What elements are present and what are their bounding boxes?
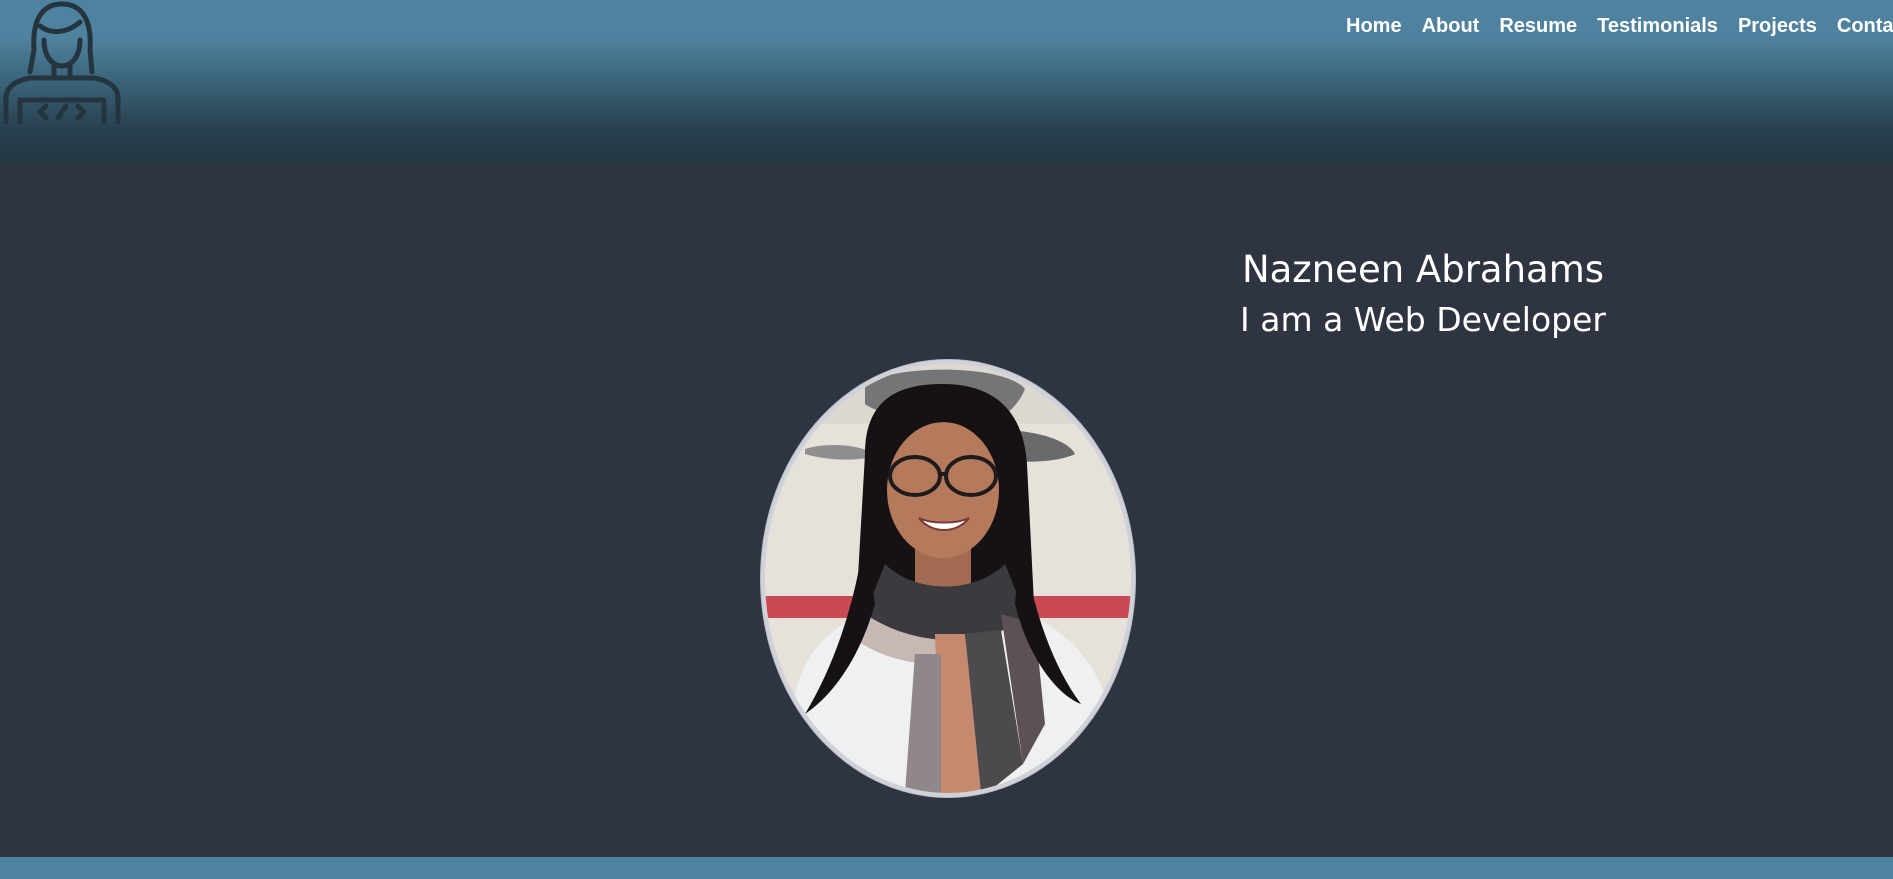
site-header: Home About Resume Testimonials Projects … (0, 0, 1893, 163)
hero-role: I am a Web Developer (1240, 300, 1606, 339)
portrait-frame (761, 360, 1135, 797)
nav-resume[interactable]: Resume (1499, 14, 1577, 38)
nav-projects[interactable]: Projects (1738, 14, 1817, 38)
profile-photo (765, 364, 1131, 793)
nav-contact[interactable]: Contact (1837, 14, 1893, 38)
footer-bar (0, 857, 1893, 879)
nav-about[interactable]: About (1422, 14, 1480, 38)
main-nav: Home About Resume Testimonials Projects … (1346, 14, 1893, 38)
nav-testimonials[interactable]: Testimonials (1597, 14, 1718, 38)
hero-intro: Nazneen Abrahams I am a Web Developer (1180, 246, 1666, 342)
hero-name: Nazneen Abrahams (1241, 248, 1605, 291)
developer-logo-icon[interactable] (0, 0, 126, 126)
hero-section: Nazneen Abrahams I am a Web Developer (0, 163, 1893, 857)
nav-home[interactable]: Home (1346, 14, 1402, 38)
